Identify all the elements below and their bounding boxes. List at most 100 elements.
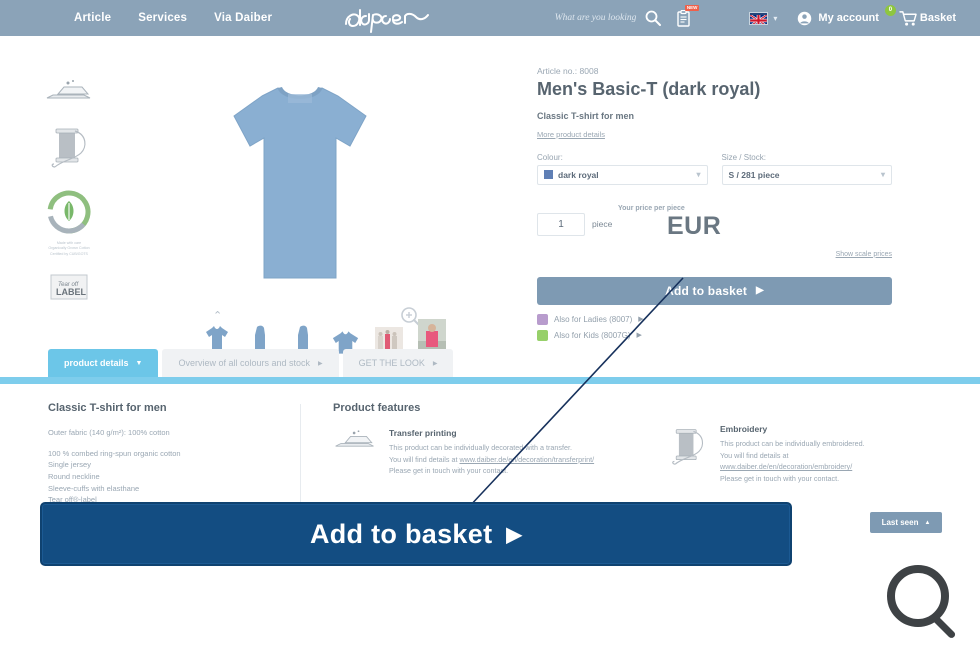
section-divider-band [0, 377, 980, 384]
features-heading: Product features [333, 402, 421, 414]
tear-off-label-icon: Tear off LABEL [47, 271, 91, 308]
transfer-printing-text: Transfer printing This product can be in… [389, 428, 594, 477]
embroidery-line3: www.daiber.de/en/decoration/embroidery/ [720, 461, 865, 473]
product-description: Classic T-shirt for men Outer fabric (14… [48, 402, 288, 506]
colour-selector-group: Colour: dark royal ▾ [537, 153, 708, 185]
arrow-right-icon: ▶ [756, 285, 764, 297]
tab-overview-label: Overview of all colours and stock [178, 358, 311, 368]
embroidery-line1: This product can be individually embroid… [720, 439, 865, 448]
magnifier-cursor-icon [878, 558, 970, 655]
related-products: Also for Ladies (8007) ▶ Also for Kids (… [537, 313, 892, 341]
basket-count-badge: 0 [884, 4, 896, 16]
svg-text:LABEL: LABEL [56, 287, 86, 297]
price-value: EUR [667, 211, 722, 240]
ladies-icon [537, 313, 548, 325]
rail-item-organic-cotton-caption: Made with care Organically Grown Cotton Ce… [48, 241, 90, 256]
size-value: S / 281 piece [728, 169, 780, 180]
search-input[interactable]: What are you looking [555, 13, 637, 23]
chevron-down-icon: ▾ [880, 170, 885, 180]
arrow-right-icon: ▶ [636, 332, 642, 340]
transfer-print-icon [333, 428, 377, 477]
add-to-basket-button[interactable]: Add to basket ▶ [537, 276, 892, 305]
price-block: 1 piece Your price per piece EUR Show sc… [537, 205, 892, 258]
product-detail-panel: Article no.: 8008 Men's Basic-T (dark ro… [537, 66, 892, 346]
arrow-right-icon: ▶ [638, 316, 644, 324]
column-divider [300, 404, 301, 512]
transfer-printing-link[interactable]: www.daiber.de/en/decoration/transferprin… [459, 455, 594, 464]
main-product-image[interactable] [170, 68, 430, 308]
kids-icon [537, 329, 548, 341]
site-header: Article Services Via Daiber What are you… [0, 0, 980, 36]
tab-get-the-look[interactable]: GET THE LOOK ▶ [342, 349, 454, 377]
size-selector-group: Size / Stock: S / 281 piece ▾ [721, 152, 892, 185]
last-seen-button[interactable]: Last seen ▲ [870, 512, 942, 533]
transfer-printing-line1: This product can be individually decorat… [389, 443, 572, 452]
embroidery-title: Embroidery [720, 424, 768, 434]
nav-item-via-daiber[interactable]: Via Daiber [214, 12, 272, 24]
variant-selectors: Colour: dark royal ▾ Size / Stock: S / 2… [537, 153, 892, 185]
tab-overview-colours-stock[interactable]: Overview of all colours and stock ▶ [162, 349, 339, 377]
quantity-input[interactable]: 1 [537, 212, 585, 236]
chevron-down-icon[interactable]: ▾ [773, 14, 777, 23]
organic-cotton-badge-icon [47, 190, 91, 239]
also-for-ladies-link[interactable]: Also for Ladies (8007) ▶ [537, 313, 892, 325]
size-select[interactable]: S / 281 piece ▾ [721, 164, 892, 185]
rail-item-embroidery[interactable] [38, 123, 100, 176]
embroidery-link[interactable]: www.daiber.de/en/decoration/embroidery/ [720, 462, 852, 471]
transfer-printing-line3: Please get in touch with your contact. [389, 466, 509, 476]
embroidery-spool-icon [47, 123, 91, 176]
also-for-kids-label: Also for Kids (8007G) [554, 330, 631, 340]
last-seen-label: Last seen [881, 518, 919, 527]
arrow-right-icon: ▶ [506, 523, 523, 546]
product-subtitle: Classic T-shirt for men [537, 110, 635, 121]
user-icon[interactable] [797, 11, 812, 26]
page-title: Men's Basic-T (dark royal) [537, 79, 761, 99]
nav-item-article[interactable]: Article [74, 12, 111, 24]
detail-bullet: Single jersey [48, 460, 91, 470]
main-nav: Article Services Via Daiber [74, 12, 272, 24]
show-scale-prices-link[interactable]: Show scale prices [836, 251, 892, 258]
page-body: Made with care Organically Grown Cotton Ce… [0, 36, 980, 660]
add-to-basket-overlay-label: Add to basket [309, 518, 493, 549]
feature-transfer-printing: Transfer printing This product can be in… [333, 428, 663, 477]
tab-product-details[interactable]: product details ▼ [48, 349, 159, 377]
daiber-logo[interactable] [340, 2, 430, 34]
article-number: Article no.: 8008 [537, 66, 599, 76]
also-for-kids-link[interactable]: Also for Kids (8007G) ▶ [537, 329, 892, 341]
fabric-line: Outer fabric (140 g/m²): 100% cotton [48, 428, 170, 437]
chevron-down-icon: ▾ [696, 170, 701, 180]
chevron-up-icon[interactable]: ⌃ [213, 309, 222, 322]
colour-select[interactable]: dark royal ▾ [537, 164, 708, 185]
tab-get-the-look-label: GET THE LOOK [358, 358, 425, 368]
colour-value: dark royal [558, 169, 599, 180]
rail-item-transfer-print[interactable] [38, 78, 100, 109]
detail-bullet: Sleeve-cuffs with elasthane [48, 483, 140, 493]
new-badge: NEW [684, 4, 700, 11]
detail-bullet: 100 % combed ring-spun organic cotton [48, 448, 181, 458]
clipboard-icon[interactable]: NEW [677, 4, 700, 27]
search-icon[interactable] [645, 10, 662, 26]
transfer-line2-prefix: You will find details at [389, 454, 460, 464]
rail-item-organic-cotton[interactable]: Made with care Organically Grown Cotton Ce… [38, 190, 100, 257]
uk-flag-icon[interactable] [749, 11, 769, 25]
product-top-section: Made with care Organically Grown Cotton Ce… [0, 36, 980, 381]
detail-bullet: Round neckline [48, 471, 100, 481]
rail-item-tear-off-label[interactable]: Tear off LABEL [38, 271, 100, 308]
quantity-unit-label: piece [592, 218, 613, 229]
product-features: Product features Transfer printing This … [333, 402, 663, 477]
embroidery-line2: You will find details at [720, 450, 789, 460]
also-for-ladies-label: Also for Ladies (8007) [554, 314, 633, 324]
header-right-tools: What are you looking NEW ▾ My account 0 … [555, 0, 980, 36]
embroidery-line4: Please get in touch with your contact. [720, 473, 840, 483]
add-to-basket-overlay-button[interactable]: Add to basket ▶ [40, 502, 792, 566]
size-label: Size / Stock: [721, 152, 766, 162]
nav-item-services[interactable]: Services [138, 12, 187, 24]
more-product-details-link[interactable]: More product details [537, 130, 605, 139]
transfer-print-icon [44, 78, 94, 109]
cart-icon[interactable]: 0 [884, 4, 918, 27]
basket-label[interactable]: Basket [920, 12, 956, 24]
colour-swatch-icon [544, 170, 553, 180]
feature-embroidery: Embroidery This product can be individua… [668, 424, 958, 484]
embroidery-spool-icon [668, 424, 708, 484]
my-account-label[interactable]: My account [818, 12, 879, 24]
